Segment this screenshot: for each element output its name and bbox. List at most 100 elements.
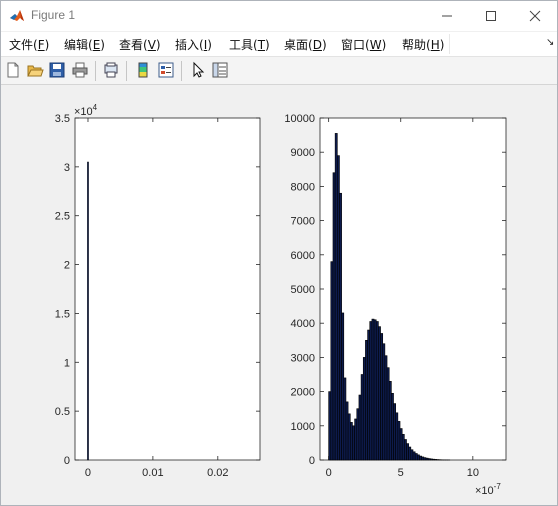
y-tick-label: 4000 bbox=[291, 318, 315, 330]
histogram-bar bbox=[332, 172, 336, 461]
open-file-icon[interactable] bbox=[26, 61, 44, 79]
histogram-bar bbox=[382, 343, 386, 461]
save-icon[interactable] bbox=[48, 61, 66, 79]
menu-bar: 文件(F) 编辑(E) 查看(V) 插入(I) 工具(T) 桌面(D) 窗口(W… bbox=[1, 32, 557, 57]
y-tick-label: 0.5 bbox=[55, 406, 70, 418]
menu-desktop[interactable]: 桌面(D) bbox=[284, 36, 327, 53]
y-tick-label: 3 bbox=[64, 162, 70, 174]
histogram-bar bbox=[337, 155, 340, 461]
x-tick-label: 0 bbox=[85, 467, 91, 479]
histogram-bar bbox=[386, 367, 390, 461]
histogram-bar bbox=[397, 421, 401, 461]
histogram-bar bbox=[369, 321, 373, 461]
histogram-bar bbox=[414, 453, 418, 461]
histogram-bar bbox=[356, 408, 360, 461]
x-tick-label: 10 bbox=[467, 467, 479, 479]
menu-edit[interactable]: 编辑(E) bbox=[64, 36, 105, 53]
histogram-bar bbox=[412, 451, 416, 461]
menu-insert[interactable]: 插入(I) bbox=[175, 36, 212, 53]
histogram-bar bbox=[384, 355, 388, 461]
histogram-bar bbox=[425, 457, 429, 461]
histogram-bar bbox=[87, 161, 89, 461]
histogram-bar bbox=[367, 329, 371, 461]
y-tick-label: 0 bbox=[309, 455, 315, 467]
window-title: Figure 1 bbox=[31, 8, 76, 22]
menu-help[interactable]: 帮助(H) bbox=[402, 36, 444, 53]
y-tick-label: 9000 bbox=[291, 147, 315, 159]
y-tick-label: 7000 bbox=[291, 216, 315, 228]
legend-icon[interactable] bbox=[157, 61, 175, 79]
minimize-icon bbox=[442, 15, 452, 17]
histogram-bar bbox=[358, 394, 362, 461]
y-tick-label: 1 bbox=[64, 357, 70, 369]
y-tick-label: 2.5 bbox=[55, 211, 70, 223]
x-tick-label: 0 bbox=[326, 467, 332, 479]
close-button[interactable] bbox=[513, 1, 557, 31]
menu-file[interactable]: 文件(F) bbox=[9, 36, 49, 53]
histogram-bar bbox=[328, 391, 332, 461]
y-tick-label: 2 bbox=[64, 260, 70, 272]
menu-tools[interactable]: 工具(T) bbox=[229, 36, 270, 53]
histogram-bar bbox=[349, 422, 353, 461]
print-icon[interactable] bbox=[71, 61, 89, 79]
histogram-bar bbox=[421, 456, 425, 461]
y-tick-label: 6000 bbox=[291, 250, 315, 262]
y-tick-label: 3000 bbox=[291, 352, 315, 364]
histogram-bar bbox=[334, 133, 338, 461]
figure-toolbar bbox=[1, 57, 557, 85]
histogram-bar bbox=[330, 261, 334, 461]
histogram-bar bbox=[395, 412, 399, 461]
toolbar-separator bbox=[126, 61, 127, 81]
y-tick-label: 0 bbox=[64, 455, 70, 467]
histogram-bar bbox=[391, 393, 394, 461]
print-preview-icon[interactable] bbox=[102, 61, 120, 79]
x-tick-label: 0.02 bbox=[207, 467, 228, 479]
histogram-bar bbox=[419, 455, 422, 461]
histogram-bar bbox=[404, 439, 407, 461]
y-tick-label: 8000 bbox=[291, 181, 315, 193]
histogram-bar bbox=[343, 377, 347, 461]
histogram-bar bbox=[388, 381, 392, 461]
histogram-bar bbox=[371, 318, 375, 461]
minimize-button[interactable] bbox=[425, 1, 469, 31]
menu-bar-empty-area bbox=[449, 34, 546, 54]
x-tick-label: 5 bbox=[398, 467, 404, 479]
y-tick-label: 1000 bbox=[291, 421, 315, 433]
left-axes-frame bbox=[74, 117, 261, 461]
maximize-button[interactable] bbox=[469, 1, 513, 31]
histogram-bar bbox=[430, 458, 433, 461]
histogram-bar bbox=[354, 418, 358, 461]
y-tick-label: 5000 bbox=[291, 284, 315, 296]
histogram-bar bbox=[423, 457, 427, 461]
toolbar-separator bbox=[95, 61, 96, 81]
histogram-bar bbox=[432, 458, 435, 461]
histogram-bar bbox=[408, 446, 412, 461]
chevron-double-icon[interactable]: ↘ bbox=[546, 37, 554, 48]
histogram-bar bbox=[417, 454, 420, 461]
histogram-bar bbox=[375, 321, 379, 461]
title-bar[interactable]: Figure 1 bbox=[1, 1, 557, 31]
figure-canvas[interactable]: 0 0.5 1 1.5 2 2.5 3 3.5 0 0.01 0.02 ×104 0 1000 2000… bbox=[1, 85, 557, 505]
histogram-bar bbox=[378, 326, 381, 461]
histogram-bar bbox=[427, 458, 431, 461]
menu-view[interactable]: 查看(V) bbox=[119, 36, 161, 53]
y-tick-label: 10000 bbox=[284, 113, 315, 125]
histogram-bar bbox=[345, 401, 349, 461]
plots-svg: 0 0.5 1 1.5 2 2.5 3 3.5 0 0.01 0.02 ×104 0 1000 2000… bbox=[55, 103, 507, 497]
select-cursor-icon[interactable] bbox=[189, 61, 207, 79]
matlab-logo-icon bbox=[10, 10, 24, 21]
histogram-bar bbox=[360, 374, 364, 461]
y-tick-label: 1.5 bbox=[55, 308, 70, 320]
colorbar-icon[interactable] bbox=[134, 61, 152, 79]
property-inspector-icon[interactable] bbox=[211, 61, 229, 79]
new-figure-icon[interactable] bbox=[4, 61, 22, 79]
histogram-bar bbox=[341, 312, 345, 461]
histogram-bar bbox=[362, 357, 366, 461]
histogram-bar bbox=[399, 428, 403, 461]
histogram-bar bbox=[347, 413, 351, 461]
y-tick-label: 3.5 bbox=[55, 113, 70, 125]
histogram-bar bbox=[393, 403, 396, 461]
histogram-bar bbox=[401, 434, 405, 461]
menu-window[interactable]: 窗口(W) bbox=[341, 36, 386, 53]
figure-window: Figure 1 文件(F) 编辑(E) 查看(V) 插入(I) 工具(T) 桌… bbox=[0, 0, 558, 506]
